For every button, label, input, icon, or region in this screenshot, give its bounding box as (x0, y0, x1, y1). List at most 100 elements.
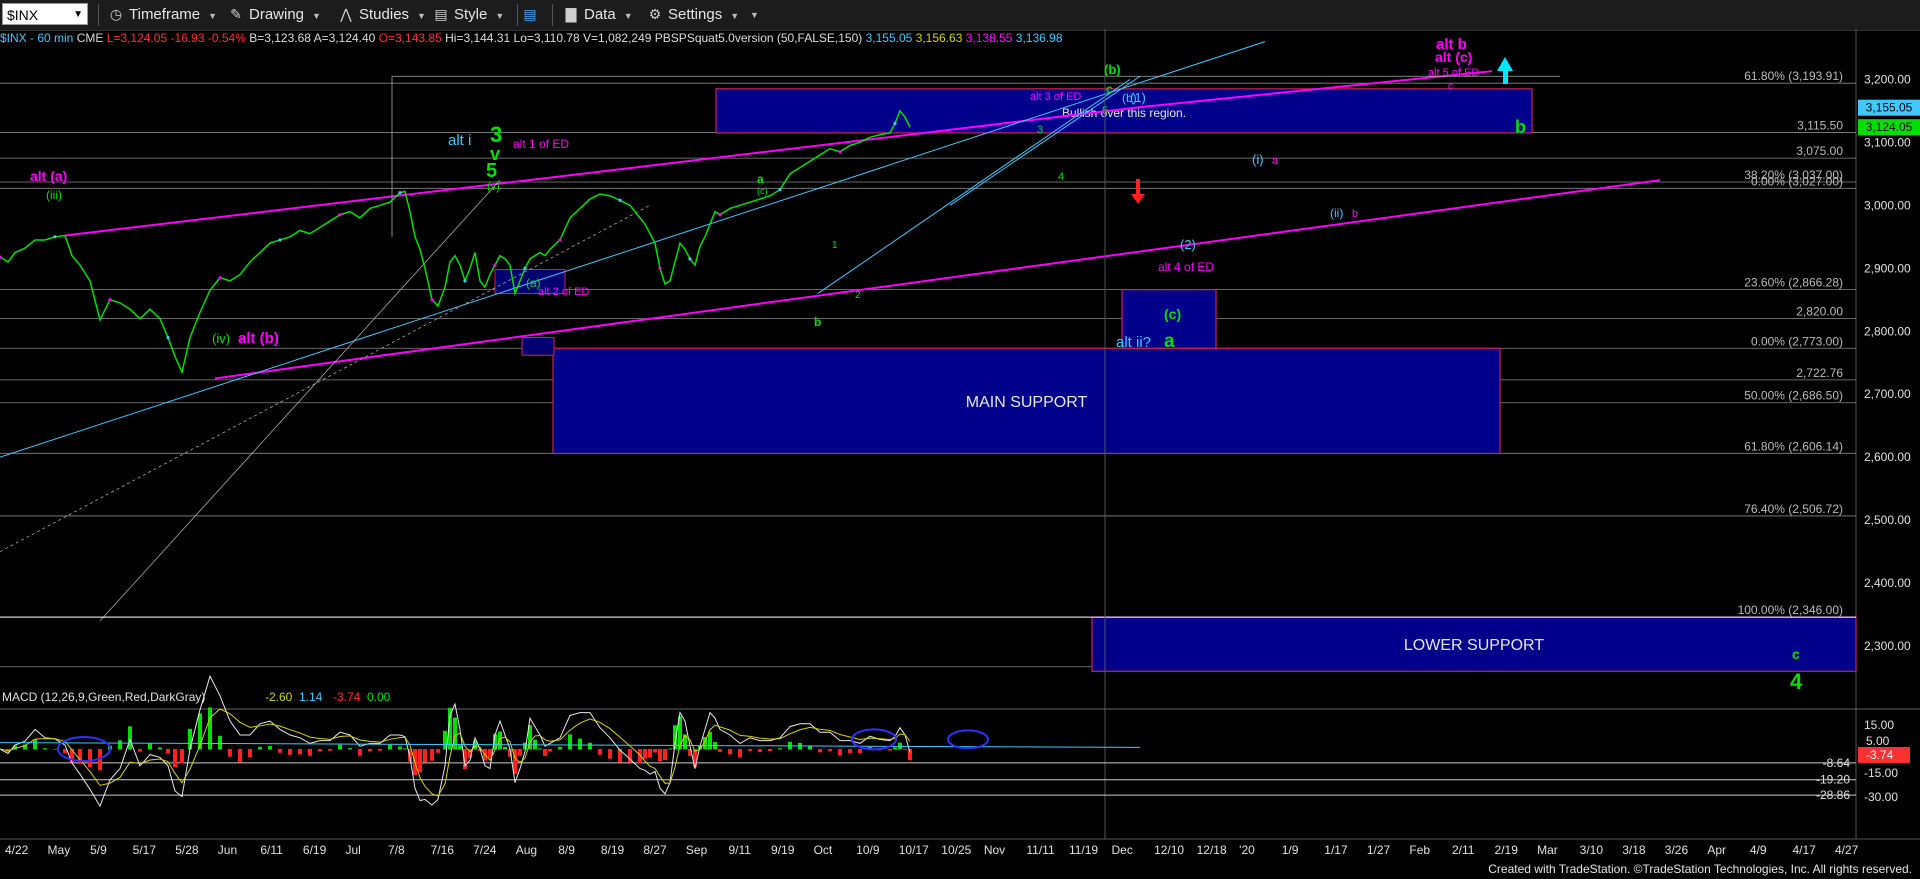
chevron-down-icon[interactable]: ▼ (73, 4, 83, 26)
price-point (838, 150, 842, 154)
quote-high: Hi=3,144.31 (445, 31, 511, 45)
x-tick-label: 11/11 (1026, 843, 1055, 857)
macd-histogram-bar (538, 748, 542, 750)
wave-label: (b) (1104, 62, 1121, 77)
drawing-button[interactable]: ✎ Drawing ▼ (228, 3, 321, 25)
x-tick-label: 5/28 (175, 843, 199, 857)
x-tick-label: 4/9 (1750, 843, 1767, 857)
price-point (166, 335, 170, 340)
more-button[interactable]: ▼ (742, 3, 759, 25)
x-tick-label: Oct (814, 843, 833, 857)
layout-button[interactable]: ▤ (522, 3, 543, 25)
timeframe-button[interactable]: ◷ Timeframe ▼ (108, 3, 217, 25)
quote-bar: $INX - 60 min CME L=3,124.05 -16.93 -0.5… (0, 31, 1063, 47)
macd-histogram-bar (888, 749, 892, 751)
style-label: Style (454, 6, 488, 23)
macd-label: MACD (12,26,9,Green,Red,DarkGray) (2, 690, 205, 704)
quote-ind-v1: 3,155.05 (865, 31, 913, 45)
macd-value: -2.60 (265, 690, 293, 704)
x-tick-label: 10/25 (941, 843, 971, 857)
down-arrow-icon (1131, 179, 1145, 204)
chevron-down-icon: ▼ (623, 11, 633, 21)
wave-label: c (1106, 82, 1113, 96)
x-tick-label: Feb (1409, 843, 1430, 857)
quote-indicator: PBSPSquat5.0version (50,FALSE,150) (654, 31, 863, 45)
x-tick-label: May (48, 843, 71, 857)
gear-icon: ⚙ (648, 6, 662, 22)
wave-label: 4 (1058, 171, 1064, 183)
price-badge-label: 3,155.05 (1866, 101, 1913, 115)
x-tick-label: Dec (1112, 843, 1133, 857)
x-tick-label: 10/9 (856, 843, 880, 857)
studies-button[interactable]: ⋀ Studies ▼ (338, 3, 426, 25)
wave-label: alt (a) (30, 168, 67, 184)
symbol-value: $INX (7, 7, 39, 23)
macd-histogram-bar (768, 749, 772, 752)
quote-change: -16.93 (170, 31, 205, 45)
macd-histogram-bar (166, 749, 170, 754)
price-point (523, 266, 527, 270)
wave-label: alt 3 of ED (1030, 91, 1081, 103)
macd-badge-label: -3.74 (1866, 748, 1894, 762)
style-button[interactable]: ▤ Style ▼ (433, 3, 504, 25)
x-tick-label: Jul (345, 843, 360, 857)
macd-histogram-bar (348, 748, 352, 750)
chevron-down-icon: ▼ (730, 11, 740, 21)
macd-histogram-bar (53, 749, 57, 750)
data-button[interactable]: ▇ Data ▼ (563, 3, 633, 25)
macd-histogram-bar (430, 749, 434, 761)
quote-ind-v3: 3,138.55 (965, 31, 1013, 45)
x-tick-label: 7/8 (388, 843, 405, 857)
macd-tick-label: 15.00 (1864, 718, 1894, 732)
macd-histogram-bar (423, 749, 427, 763)
x-tick-label: 8/19 (601, 843, 625, 857)
macd-histogram-bar (308, 749, 312, 756)
macd-value: 0.00 (367, 690, 391, 704)
price-point (398, 191, 402, 195)
macd-histogram-bar (653, 749, 657, 753)
macd-divergence-marker (947, 729, 989, 750)
price-point (618, 198, 622, 202)
macd-histogram-bar (436, 749, 440, 753)
price-tick-label: 2,600.00 (1864, 450, 1911, 464)
price-tick-label: 2,300.00 (1864, 639, 1911, 653)
chevron-down-icon: ▼ (750, 10, 759, 20)
price-chart[interactable]: 3,200.00 3,100.00 3,000.00 2,900.00 2,800.00… (0, 29, 1920, 859)
x-tick-label: 1/9 (1282, 843, 1299, 857)
bar-chart-icon: ▇ (565, 6, 577, 22)
wave-label: alt b (1436, 36, 1467, 53)
wave-label: b (1515, 117, 1526, 137)
macd-histogram-bar (338, 744, 342, 750)
symbol-input[interactable]: $INX ▼ (2, 3, 88, 25)
macd-histogram-bar (643, 749, 647, 759)
macd-tick-label: -15.00 (1864, 766, 1898, 780)
x-tick-label: 6/11 (260, 843, 283, 857)
price-point (558, 238, 562, 242)
fib-level-label: 2,820.00 (1796, 305, 1843, 319)
wave-label: a (757, 172, 764, 186)
macd-histogram-bar (858, 749, 862, 754)
macd-histogram-bar (403, 748, 407, 750)
macd-histogram-bar (88, 749, 92, 768)
price-tick-label: 2,800.00 (1864, 324, 1911, 338)
macd-histogram-bar (658, 749, 662, 762)
price-point (338, 213, 342, 217)
macd-histogram-bar (318, 749, 322, 752)
fib-level-label: 23.60% (2,866.28) (1744, 276, 1843, 290)
x-tick-label: 1/17 (1324, 843, 1348, 857)
x-tick-label: 8/9 (558, 843, 575, 857)
settings-button[interactable]: ⚙ Settings ▼ (647, 3, 739, 25)
macd-histogram-bar (278, 749, 282, 753)
price-point (493, 263, 497, 267)
price-badge-label: 3,124.05 (1866, 120, 1913, 134)
wave-label: a (1272, 155, 1279, 167)
quote-ask: A=3,124.40 (313, 31, 376, 45)
macd-histogram-bar (568, 734, 572, 750)
macd-histogram-bar (558, 746, 562, 750)
price-tick-label: 2,900.00 (1864, 261, 1911, 275)
x-tick-label: 9/19 (771, 843, 795, 857)
footer-copyright: Created with TradeStation. ©TradeStation… (1488, 862, 1912, 876)
macd-histogram-bar (158, 747, 162, 750)
price-tick-label: 2,400.00 (1864, 576, 1911, 590)
wave-label: (iii) (46, 188, 62, 202)
